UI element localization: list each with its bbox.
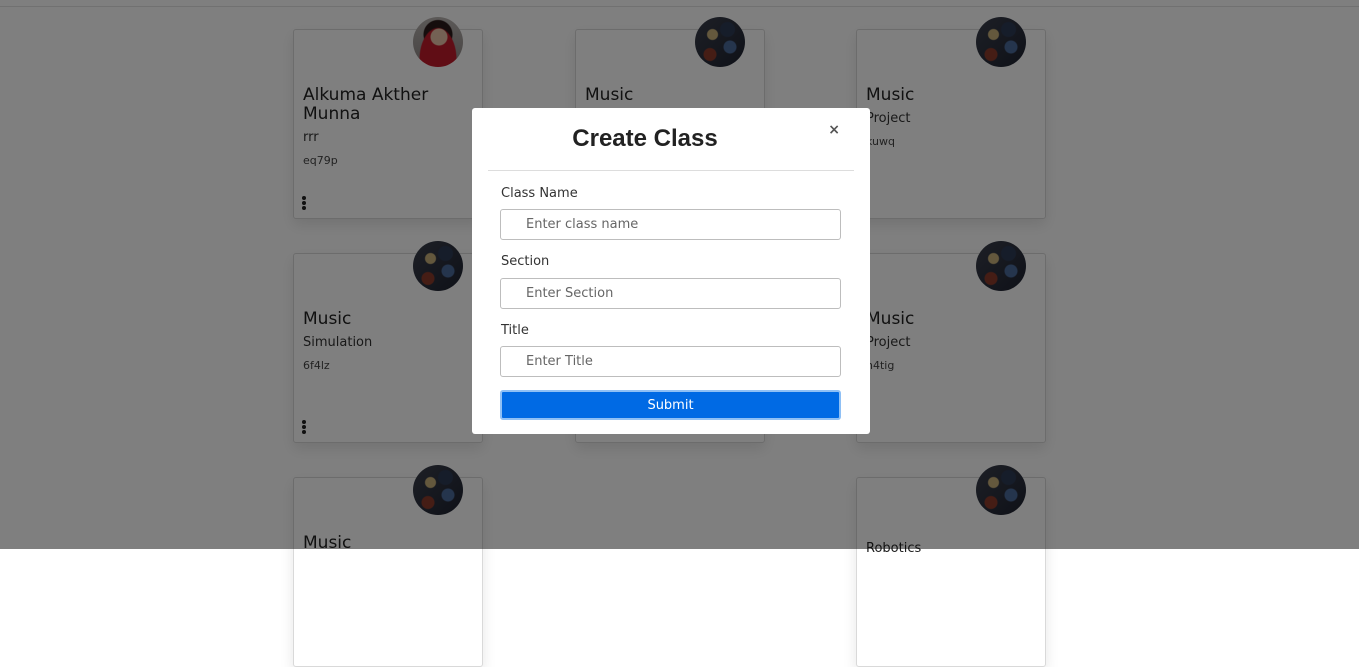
dialog-divider — [488, 170, 854, 171]
class-name-label: Class Name — [501, 186, 578, 201]
submit-button[interactable]: Submit — [500, 390, 841, 420]
close-icon[interactable]: × — [828, 122, 840, 138]
title-label: Title — [501, 323, 529, 338]
section-label: Section — [501, 254, 550, 269]
dialog-title: Create Class — [572, 125, 718, 152]
class-name-input[interactable] — [500, 209, 841, 240]
section-input[interactable] — [500, 278, 841, 309]
title-input[interactable] — [500, 346, 841, 377]
create-class-dialog: Create Class × Class Name Section Title … — [472, 108, 870, 434]
